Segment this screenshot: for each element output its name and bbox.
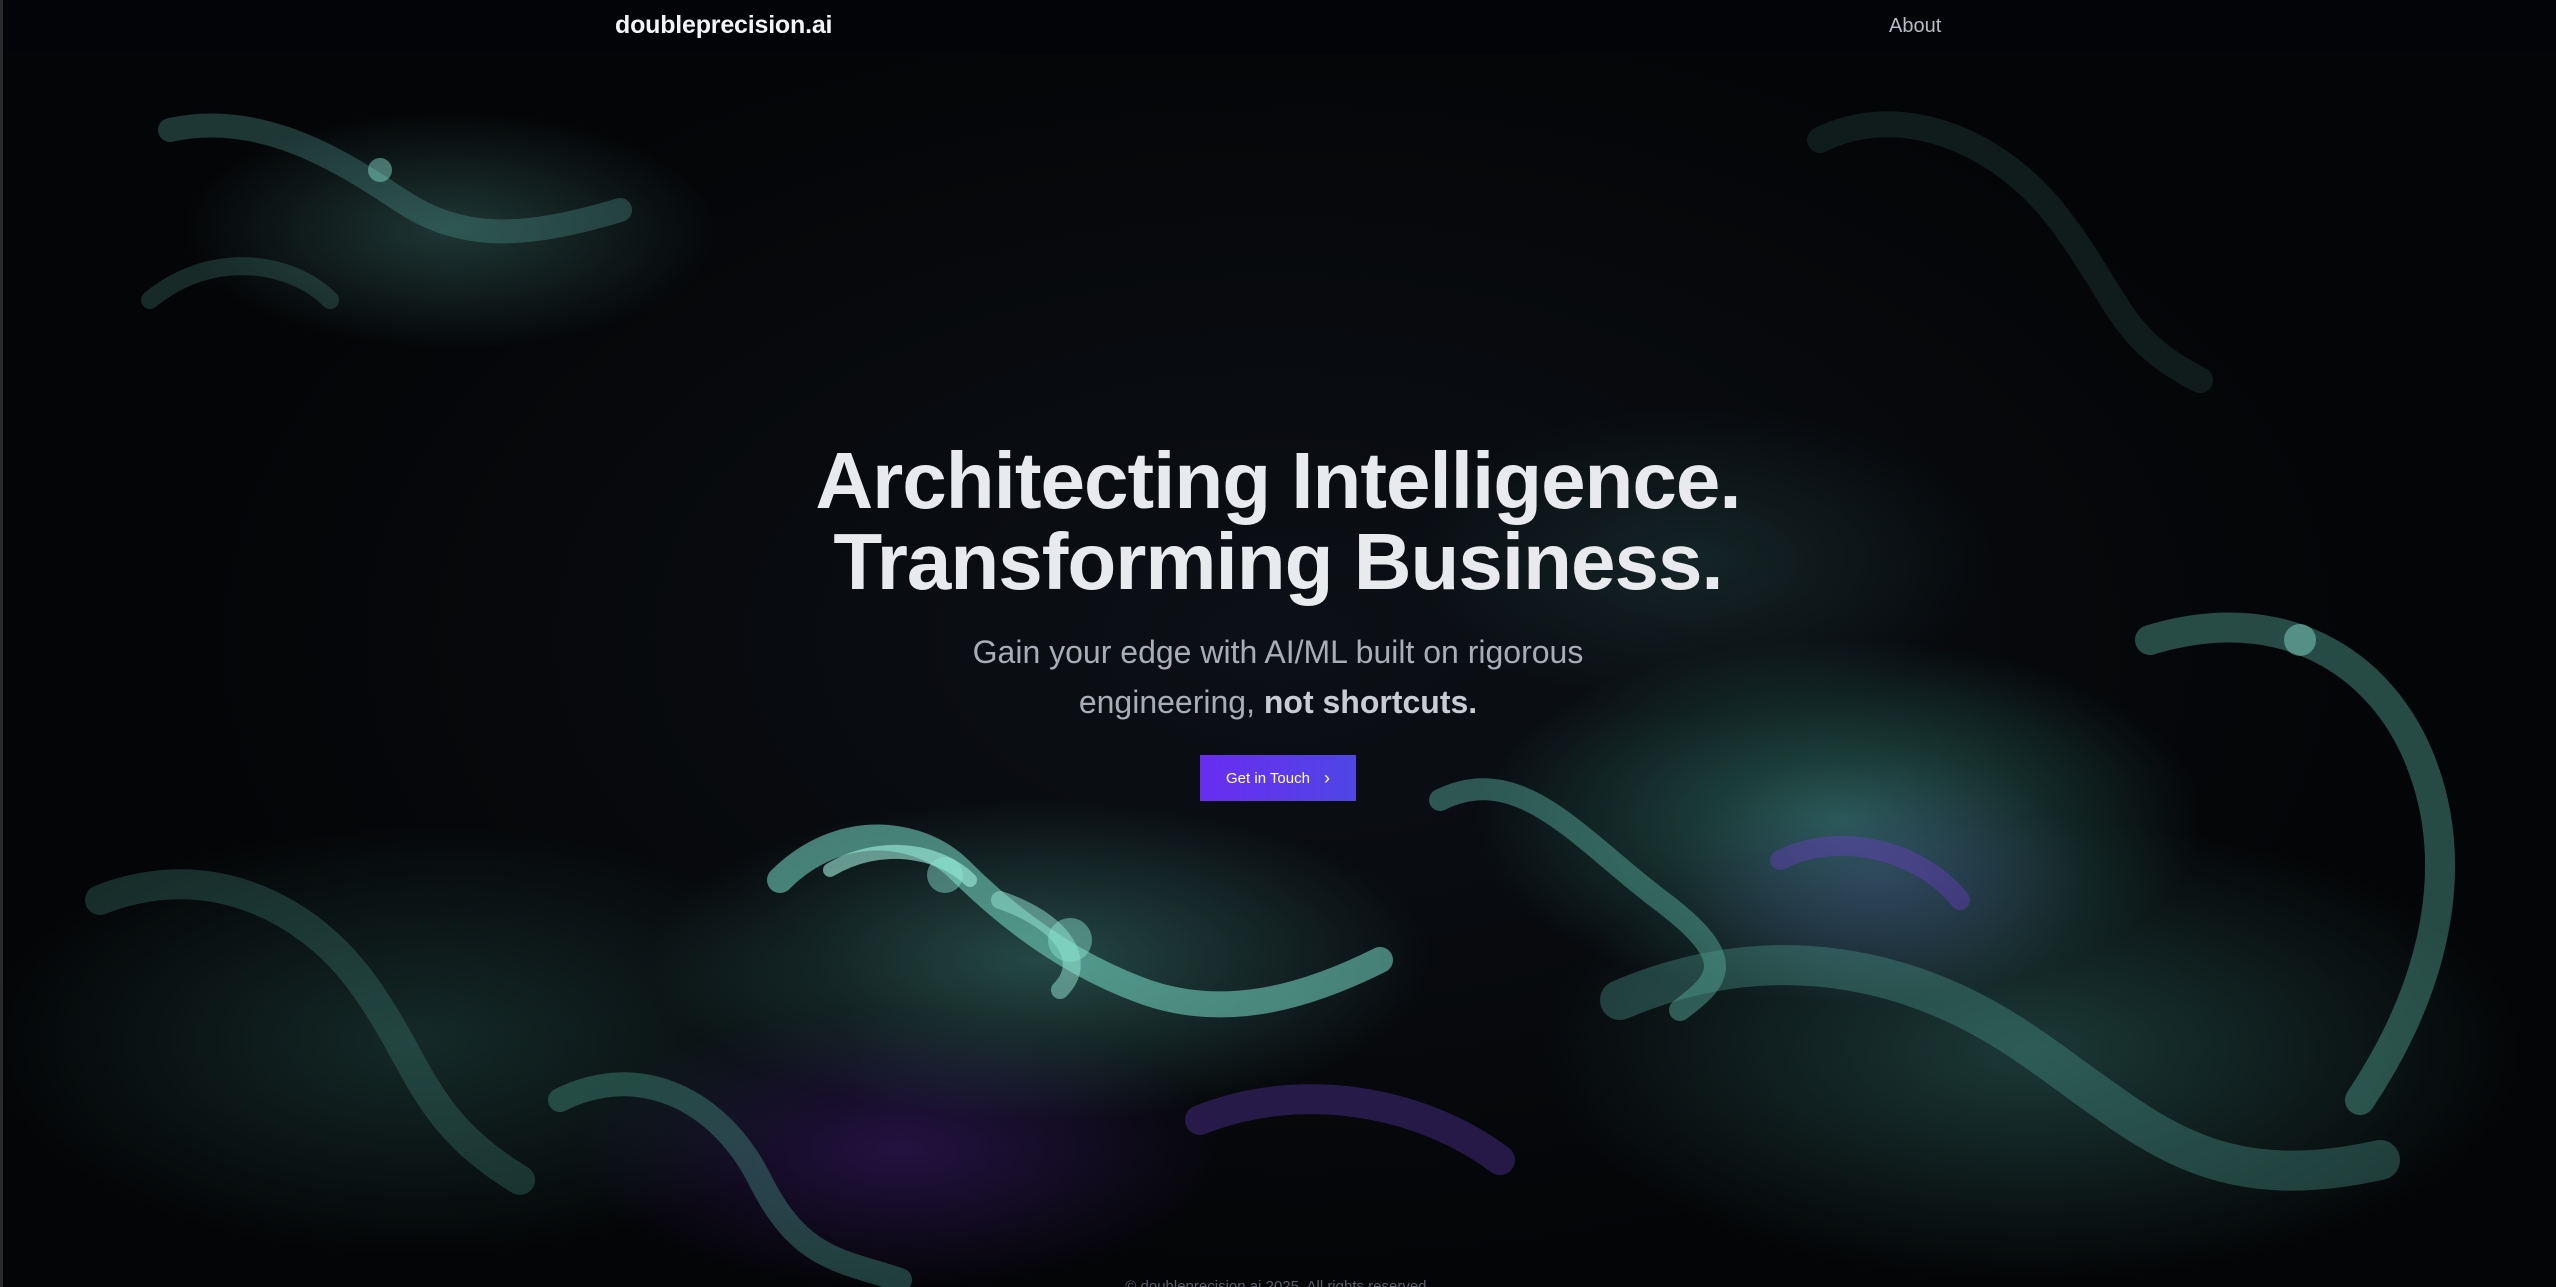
window-edge: [0, 0, 3, 1287]
cta-label: Get in Touch: [1226, 769, 1310, 787]
nav-link-about[interactable]: About: [1889, 15, 1941, 38]
hero-headline: Architecting Intelligence. Transforming …: [0, 440, 2556, 602]
hero-subheading: Gain your edge with AI/ML built on rigor…: [898, 627, 1658, 727]
brand-logo[interactable]: doubleprecision.ai: [615, 11, 832, 40]
get-in-touch-button[interactable]: Get in Touch ›: [1200, 755, 1356, 801]
chevron-right-icon: ›: [1323, 768, 1330, 788]
footer: © doubleprecision.ai 2025. All rights re…: [0, 1278, 2556, 1287]
copyright-text: © doubleprecision.ai 2025. All rights re…: [1125, 1278, 1431, 1287]
headline-line-2: Transforming Business.: [833, 517, 1723, 606]
top-navbar: doubleprecision.ai About: [0, 0, 2556, 54]
hero-section: Architecting Intelligence. Transforming …: [0, 440, 2556, 801]
headline-line-1: Architecting Intelligence.: [815, 436, 1741, 525]
subheading-emphasis: not shortcuts.: [1263, 684, 1478, 720]
